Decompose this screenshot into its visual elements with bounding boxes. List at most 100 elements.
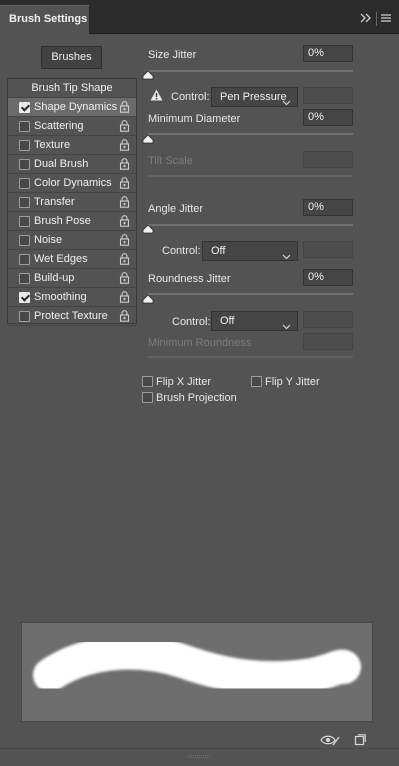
list-item-dual-brush[interactable]: Dual Brush [8, 155, 136, 174]
flip-y-label: Flip Y Jitter [265, 376, 320, 388]
transfer-checkbox[interactable] [19, 197, 30, 208]
lock-icon[interactable] [119, 158, 130, 170]
scattering-checkbox[interactable] [19, 121, 30, 132]
texture-label: Texture [34, 139, 71, 151]
tab-bar-divider [376, 12, 377, 26]
size-jitter-field[interactable]: 0% [303, 45, 353, 62]
minimum-diameter-field[interactable]: 0% [303, 109, 353, 126]
dual-brush-label: Dual Brush [34, 158, 89, 170]
angle-jitter-field[interactable]: 0% [303, 199, 353, 216]
list-item-wet-edges[interactable]: Wet Edges [8, 250, 136, 269]
lock-icon[interactable] [119, 310, 130, 322]
tilt-scale-slider-track [148, 175, 353, 177]
roundness-jitter-label: Roundness Jitter [148, 273, 231, 285]
wet-edges-checkbox[interactable] [19, 254, 30, 265]
list-item-protect-texture[interactable]: Protect Texture [8, 307, 136, 326]
lock-icon[interactable] [119, 215, 130, 227]
double-chevron-right-icon[interactable] [359, 12, 373, 24]
size-control-dropdown[interactable]: Pen Pressure [211, 87, 298, 107]
panel-footer [0, 748, 399, 766]
minimum-roundness-field [303, 333, 353, 350]
roundness-control-value: Off [220, 315, 235, 327]
eye-toggle-icon[interactable] [320, 734, 340, 749]
chevron-down-icon [282, 248, 291, 266]
list-item-color-dynamics[interactable]: Color Dynamics [8, 174, 136, 193]
noise-checkbox[interactable] [19, 235, 30, 246]
scattering-label: Scattering [34, 120, 84, 132]
protect-texture-label: Protect Texture [34, 310, 108, 322]
angle-control-extra-field [303, 241, 353, 258]
list-item-build-up[interactable]: Build-up [8, 269, 136, 288]
roundness-control-label: Control: [172, 316, 211, 328]
angle-control-value: Off [211, 245, 226, 257]
lock-icon[interactable] [119, 253, 130, 265]
smoothing-label: Smoothing [34, 291, 87, 303]
list-item-texture[interactable]: Texture [8, 136, 136, 155]
wet-edges-label: Wet Edges [34, 253, 88, 265]
size-jitter-label: Size Jitter [148, 49, 197, 61]
lock-icon[interactable] [119, 120, 130, 132]
brush-stroke-preview [21, 622, 373, 722]
minimum-diameter-slider-track[interactable] [148, 133, 353, 135]
lock-icon[interactable] [119, 234, 130, 246]
color-dynamics-label: Color Dynamics [34, 177, 112, 189]
list-item-noise[interactable]: Noise [8, 231, 136, 250]
lock-icon[interactable] [119, 101, 130, 113]
list-item-transfer[interactable]: Transfer [8, 193, 136, 212]
panel-tab-bar: Brush Settings [0, 0, 399, 34]
build-up-label: Build-up [34, 272, 75, 284]
transfer-label: Transfer [34, 196, 75, 208]
color-dynamics-checkbox[interactable] [19, 178, 30, 189]
tilt-scale-field [303, 151, 353, 168]
new-brush-preset-icon[interactable] [354, 734, 366, 749]
list-item-shape-dynamics[interactable]: Shape Dynamics [8, 98, 136, 117]
protect-texture-checkbox[interactable] [19, 311, 30, 322]
resize-grip[interactable] [188, 755, 210, 758]
tab-brush-settings[interactable]: Brush Settings [0, 5, 90, 34]
minimum-roundness-label: Minimum Roundness [148, 337, 252, 349]
roundness-jitter-field[interactable]: 0% [303, 269, 353, 286]
angle-jitter-label: Angle Jitter [148, 203, 204, 215]
list-item-scattering[interactable]: Scattering [8, 117, 136, 136]
brush-pose-label: Brush Pose [34, 215, 91, 227]
roundness-jitter-slider-track[interactable] [148, 293, 353, 295]
roundness-control-extra-field [303, 311, 353, 328]
flip-x-label: Flip X Jitter [156, 376, 212, 388]
shape-dynamics-checkbox[interactable] [19, 102, 30, 113]
list-item-brush-pose[interactable]: Brush Pose [8, 212, 136, 231]
dual-brush-checkbox[interactable] [19, 159, 30, 170]
lock-icon[interactable] [119, 196, 130, 208]
chevron-down-icon [282, 94, 291, 112]
size-jitter-slider-track[interactable] [148, 70, 353, 72]
minimum-roundness-slider-track [148, 356, 353, 358]
brush-pose-checkbox[interactable] [19, 216, 30, 227]
warning-triangle-icon [150, 89, 163, 104]
minimum-diameter-label: Minimum Diameter [148, 113, 241, 125]
chevron-down-icon [282, 318, 291, 336]
brush-projection-label: Brush Projection [156, 392, 237, 404]
hamburger-menu-icon[interactable] [379, 12, 393, 24]
lock-icon[interactable] [119, 291, 130, 303]
angle-control-dropdown[interactable]: Off [202, 241, 298, 261]
size-control-extra-field [303, 87, 353, 104]
roundness-control-dropdown[interactable]: Off [211, 311, 298, 331]
lock-icon[interactable] [119, 139, 130, 151]
flip-y-checkbox[interactable] [251, 376, 262, 387]
list-item-brush-tip-shape[interactable]: Brush Tip Shape [8, 79, 136, 98]
angle-jitter-slider-track[interactable] [148, 224, 353, 226]
size-control-label: Control: [171, 91, 210, 103]
angle-control-label: Control: [162, 245, 201, 257]
brushes-button[interactable]: Brushes [41, 46, 102, 69]
lock-icon[interactable] [119, 272, 130, 284]
texture-checkbox[interactable] [19, 140, 30, 151]
smoothing-checkbox[interactable] [19, 292, 30, 303]
brush-projection-checkbox[interactable] [142, 392, 153, 403]
build-up-checkbox[interactable] [19, 273, 30, 284]
shape-dynamics-label: Shape Dynamics [34, 101, 118, 113]
lock-icon[interactable] [119, 177, 130, 189]
size-control-value: Pen Pressure [220, 91, 287, 103]
noise-label: Noise [34, 234, 63, 246]
brush-options-list: Brush Tip Shape Shape Dynamics Scattering… [7, 78, 137, 326]
list-item-smoothing[interactable]: Smoothing [8, 288, 136, 307]
flip-x-checkbox[interactable] [142, 376, 153, 387]
